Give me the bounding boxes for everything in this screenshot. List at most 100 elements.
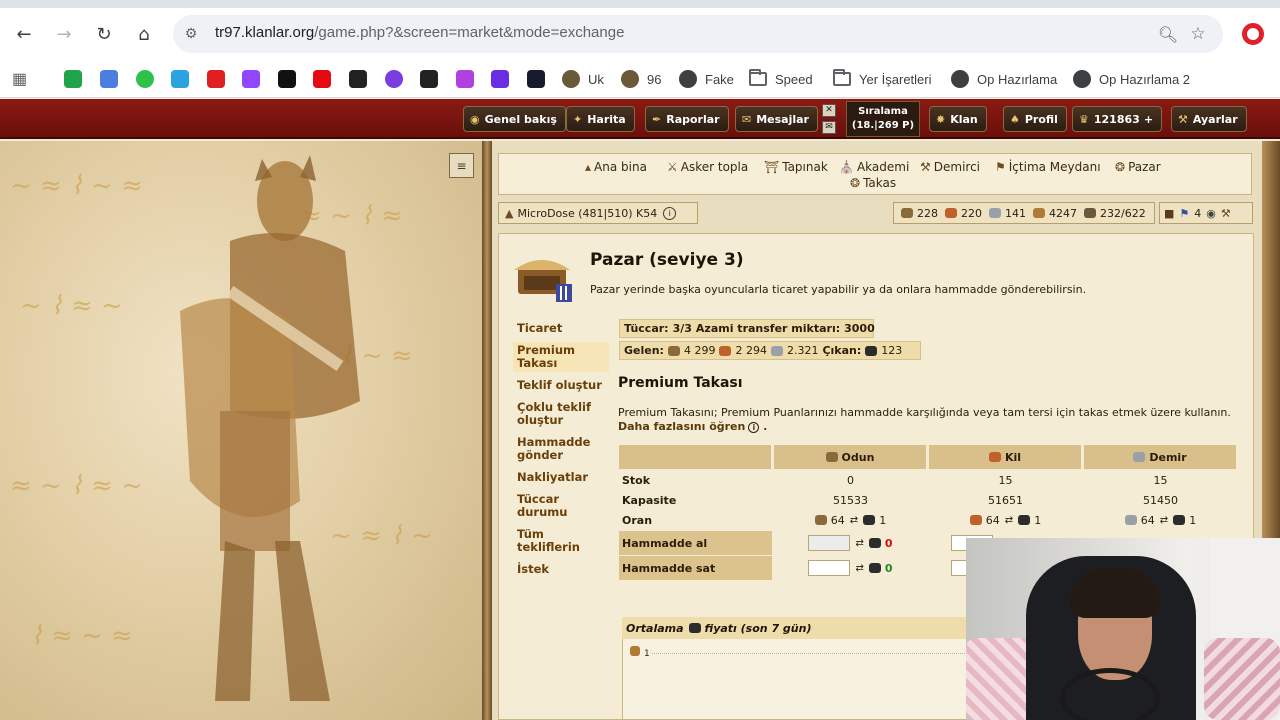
bookmark-item[interactable]: Speed <box>749 66 813 92</box>
bookmark-item[interactable] <box>136 66 154 92</box>
zoom-icon[interactable]: 🔍︎ <box>1157 23 1179 45</box>
table-header-row: Odun Kil Demir <box>619 445 1238 469</box>
academy-link[interactable]: ⛪ Akademi <box>839 160 909 174</box>
tools-small-icon[interactable]: ⚒ <box>1221 207 1231 220</box>
book-icon[interactable]: ■ <box>1164 207 1174 220</box>
bookmark-item[interactable] <box>171 66 189 92</box>
chart-resource-icon <box>630 646 640 656</box>
rate-wood-pp: 1 <box>879 513 887 527</box>
buy-wood-cost: 0 <box>884 536 893 550</box>
bookmark-item[interactable]: Op Hazırlama <box>951 66 1057 92</box>
opera-extension-icon[interactable] <box>1242 23 1264 45</box>
exchange-link[interactable]: ❂ Takas <box>850 176 896 190</box>
submenu-item[interactable]: Tüm tekliflerin <box>513 526 609 556</box>
letter-icon: ✉ <box>742 112 752 126</box>
settings-button[interactable]: ⚒ Ayarlar <box>1171 106 1247 132</box>
home-icon[interactable]: ⌂ <box>128 18 160 50</box>
bookmark-item[interactable] <box>385 66 403 92</box>
chart-y-tick: 1 <box>630 646 650 659</box>
browser-toolbar: ← → ↻ ⌂ ⚙ tr97.klanlar.org/game.php?&scr… <box>0 8 1280 60</box>
resource-bar: 228 220 141 4247 232/622 <box>893 202 1155 224</box>
temple-link[interactable]: ⛩ Tapınak <box>764 160 828 174</box>
bookmark-item[interactable] <box>278 66 296 92</box>
iron-icon <box>1133 452 1146 462</box>
reports-button[interactable]: ✒ Raporlar <box>645 106 729 132</box>
clan-button[interactable]: ✸ Klan <box>929 106 987 132</box>
submenu-item[interactable]: Teklif oluştur <box>513 377 609 394</box>
bookmark-item[interactable]: 96 <box>621 66 661 92</box>
buy-wood: ⇄ 0 <box>774 531 927 555</box>
reload-icon[interactable]: ↻ <box>88 18 120 50</box>
apps-grid-icon[interactable]: ▦ <box>12 66 27 92</box>
bookmark-star-icon[interactable]: ☆ <box>1187 23 1209 45</box>
wood-icon <box>814 515 827 525</box>
profile-button[interactable]: ♠ Profil <box>1003 106 1067 132</box>
collapse-panel-button[interactable]: ≡ <box>449 153 474 178</box>
overview-button[interactable]: ◉ Genel bakış <box>463 106 566 132</box>
bookmark-item[interactable] <box>207 66 225 92</box>
buy-wood-input[interactable] <box>808 535 851 551</box>
bookmark-item[interactable] <box>420 66 438 92</box>
site-settings-icon[interactable]: ⚙ <box>181 24 201 44</box>
address-bar[interactable]: ⚙ tr97.klanlar.org/game.php?&screen=mark… <box>173 15 1223 53</box>
academy-label: Akademi <box>856 160 910 174</box>
incoming-iron: 2.321 <box>786 344 819 357</box>
rally-point-label: İçtima Meydanı <box>1008 160 1101 174</box>
premium-points-button[interactable]: ♛ 121863 + <box>1072 106 1163 132</box>
bookmark-item[interactable] <box>349 66 367 92</box>
map-button[interactable]: ✦ Harita <box>566 106 635 132</box>
header-iron: Demir <box>1084 445 1237 469</box>
incoming-attacks-icon[interactable]: ⚑ <box>1179 207 1189 220</box>
submenu-item[interactable]: Ticaret <box>513 320 609 337</box>
rally-point-link[interactable]: ⚑ İçtima Meydanı <box>995 160 1101 174</box>
bookmark-item[interactable] <box>100 66 118 92</box>
market-link[interactable]: ❂ Pazar <box>1115 160 1161 174</box>
submenu-item[interactable]: Hammadde gönder <box>513 434 609 464</box>
village-info-icon[interactable]: i <box>663 206 677 220</box>
village-selector[interactable]: ▲ MicroDose (481|510) K54 i <box>498 202 698 224</box>
webcam-hair <box>1070 568 1160 618</box>
merchant-value: 3/3 <box>672 322 692 335</box>
bookmark-item[interactable] <box>527 66 545 92</box>
messages-button[interactable]: ✉ Mesajlar <box>735 106 818 132</box>
chart-gridline <box>652 653 967 654</box>
shield-icon[interactable]: ◉ <box>1206 207 1216 220</box>
bookmark-item[interactable]: Fake <box>679 66 734 92</box>
smith-link[interactable]: ⚒ Demirci <box>920 160 980 174</box>
bookmark-item[interactable] <box>64 66 82 92</box>
market-submenu: Ticaret Premium Takası Teklif oluştur Çoklu… <box>513 320 609 583</box>
bookmark-item[interactable] <box>242 66 260 92</box>
letter-small-icon[interactable]: ✉ <box>822 121 836 134</box>
warrior-figure <box>180 155 360 701</box>
bookmark-item[interactable] <box>456 66 474 92</box>
bookmark-item[interactable] <box>313 66 331 92</box>
chart-y-tick-label: 1 <box>644 649 650 659</box>
learn-more-label: Daha fazlasını öğren <box>618 420 746 433</box>
green-circle-icon <box>136 70 154 88</box>
submenu-item[interactable]: Nakliyatlar <box>513 469 609 486</box>
submenu-item[interactable]: Premium Takası <box>513 342 609 372</box>
submenu-item[interactable]: İstek <box>513 561 609 578</box>
ranking-button[interactable]: Sıralama (18.|269 P) <box>846 101 920 137</box>
sell-wood-input[interactable] <box>808 560 851 576</box>
close-icon[interactable]: ✕ <box>822 104 836 117</box>
learn-more-link[interactable]: Daha fazlasını öğren i . <box>618 420 767 433</box>
wood-resource: 228 <box>901 207 938 220</box>
incoming-wood: 4 299 <box>683 344 716 357</box>
farm-icon <box>1084 208 1096 218</box>
folder-icon <box>833 69 851 86</box>
warehouse-icon <box>1033 208 1045 218</box>
back-arrow-icon[interactable]: ← <box>8 18 40 50</box>
clay-resource: 220 <box>945 207 982 220</box>
forward-arrow-icon[interactable]: → <box>48 18 80 50</box>
submenu-item[interactable]: Tüccar durumu <box>513 491 609 521</box>
main-building-link[interactable]: ▴ Ana bina <box>585 160 647 174</box>
bookmark-item[interactable]: Op Hazırlama 2 <box>1073 66 1190 92</box>
bookmark-item[interactable] <box>491 66 509 92</box>
market-label: Pazar <box>1128 160 1161 174</box>
bookmark-item[interactable]: Yer İşaretleri <box>833 66 932 92</box>
barracks-link[interactable]: ⚔ Asker topla <box>667 160 748 174</box>
url-text[interactable]: tr97.klanlar.org/game.php?&screen=market… <box>215 24 624 41</box>
submenu-item[interactable]: Çoklu teklif oluştur <box>513 399 609 429</box>
bookmark-item[interactable]: Uk <box>562 66 604 92</box>
